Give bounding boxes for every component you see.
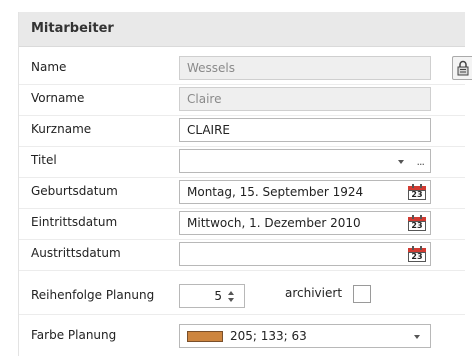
- reihenfolge-stepper[interactable]: 5: [179, 284, 245, 308]
- row-name: Name Wessels: [19, 54, 465, 84]
- farbe-label: Farbe Planung: [31, 328, 117, 342]
- kurzname-input[interactable]: CLAIRE: [179, 118, 431, 142]
- row-kurzname: Kurzname CLAIRE: [19, 116, 465, 146]
- row-reihenfolge: Reihenfolge Planung 5 archiviert: [19, 282, 465, 312]
- reihenfolge-value: 5: [214, 289, 222, 303]
- panel-title: Mitarbeiter: [31, 21, 114, 36]
- row-vorname: Vorname Claire: [19, 85, 465, 115]
- eintrittsdatum-date-input[interactable]: Mittwoch, 1. Dezember 2010 23: [179, 211, 431, 235]
- titel-label: Titel: [31, 153, 57, 167]
- vorname-label: Vorname: [31, 91, 85, 105]
- spin-up-icon[interactable]: [228, 291, 234, 295]
- archiviert-label: archiviert: [285, 286, 343, 300]
- ellipsis-icon[interactable]: ···: [417, 154, 425, 172]
- panel-header: Mitarbeiter: [19, 12, 465, 47]
- vorname-value: Claire: [187, 92, 222, 106]
- farbe-color-select[interactable]: 205; 133; 63: [179, 324, 431, 348]
- row-austrittsdatum: Austrittsdatum 23: [19, 240, 465, 270]
- titel-select[interactable]: ···: [179, 149, 431, 173]
- geburtsdatum-label: Geburtsdatum: [31, 184, 118, 198]
- employee-panel: Mitarbeiter Name Wessels Vorname Claire …: [18, 12, 472, 356]
- geburtsdatum-value: Montag, 15. September 1924: [187, 185, 364, 199]
- calendar-icon[interactable]: 23: [408, 246, 426, 262]
- color-swatch: [187, 331, 223, 342]
- name-label: Name: [31, 60, 67, 74]
- lock-icon: [457, 60, 469, 76]
- lock-button[interactable]: [452, 56, 472, 80]
- row-eintrittsdatum: Eintrittsdatum Mittwoch, 1. Dezember 201…: [19, 209, 465, 239]
- chevron-down-icon[interactable]: [414, 335, 420, 339]
- spin-down-icon[interactable]: [228, 298, 234, 302]
- kurzname-label: Kurzname: [31, 122, 92, 136]
- chevron-down-icon[interactable]: [398, 160, 404, 164]
- kurzname-value: CLAIRE: [187, 123, 231, 137]
- row-geburtsdatum: Geburtsdatum Montag, 15. September 1924 …: [19, 178, 465, 208]
- row-farbe: Farbe Planung 205; 133; 63: [19, 322, 465, 352]
- austrittsdatum-date-input[interactable]: 23: [179, 242, 431, 266]
- austrittsdatum-label: Austrittsdatum: [31, 246, 121, 260]
- farbe-value: 205; 133; 63: [230, 329, 307, 343]
- calendar-icon[interactable]: 23: [408, 215, 426, 231]
- row-titel: Titel ···: [19, 147, 465, 177]
- calendar-icon[interactable]: 23: [408, 184, 426, 200]
- archiviert-checkbox[interactable]: [353, 285, 371, 303]
- reihenfolge-label: Reihenfolge Planung: [31, 288, 155, 302]
- name-value: Wessels: [187, 61, 236, 75]
- name-field[interactable]: Wessels: [179, 56, 431, 80]
- separator: [19, 270, 465, 271]
- vorname-field[interactable]: Claire: [179, 87, 431, 111]
- eintrittsdatum-value: Mittwoch, 1. Dezember 2010: [187, 216, 361, 230]
- eintrittsdatum-label: Eintrittsdatum: [31, 215, 118, 229]
- separator: [19, 314, 465, 315]
- geburtsdatum-date-input[interactable]: Montag, 15. September 1924 23: [179, 180, 431, 204]
